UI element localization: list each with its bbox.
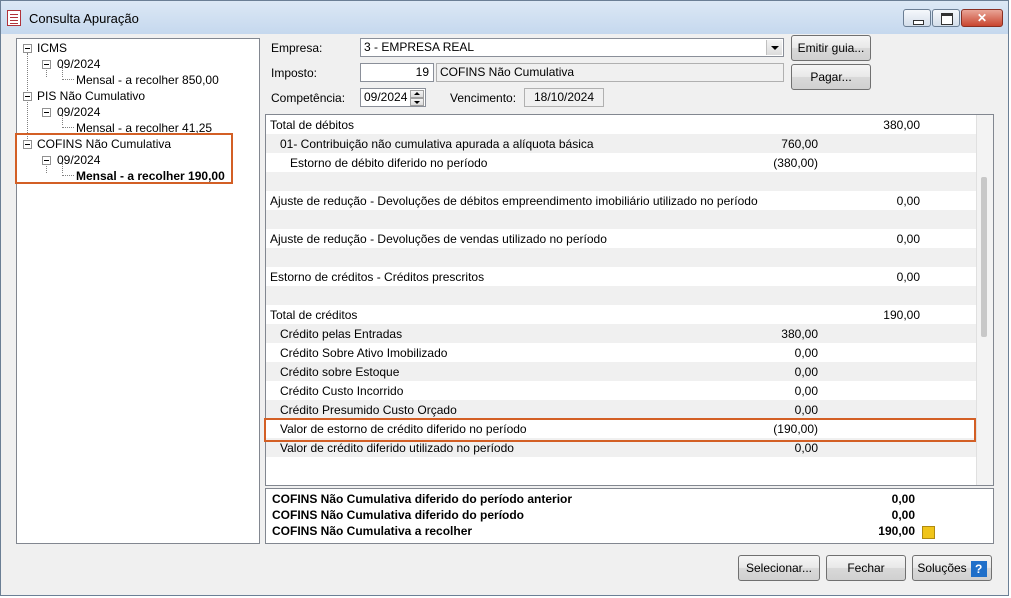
grid-row-description: Total de créditos [270, 308, 358, 322]
grid-row[interactable]: Ajuste de redução - Devoluções de débito… [266, 191, 978, 210]
maximize-button[interactable] [932, 9, 960, 27]
grid-row-value: 0,00 [794, 365, 818, 379]
vencimento-field: 18/10/2024 [524, 88, 604, 107]
grid-row[interactable]: Estorno de créditos - Créditos prescrito… [266, 267, 978, 286]
fechar-button[interactable]: Fechar [826, 555, 906, 581]
empresa-combo[interactable]: 3 - EMPRESA REAL [360, 38, 784, 57]
grid-row-description: Crédito pelas Entradas [280, 327, 403, 341]
grid-row-value: 0,00 [794, 403, 818, 417]
document-icon [7, 10, 21, 26]
tree-node-icms[interactable]: ICMS [37, 41, 67, 55]
grid-row-description: Estorno de créditos - Créditos prescrito… [270, 270, 485, 284]
date-spinner[interactable] [410, 90, 424, 106]
grid-row-value: 380,00 [781, 327, 818, 341]
grid-row-description: Crédito sobre Estoque [280, 365, 400, 379]
grid-row-value: 0,00 [794, 441, 818, 455]
collapse-icon[interactable] [23, 92, 32, 101]
window-title: Consulta Apuração [29, 11, 139, 26]
grid-row-description: Crédito Presumido Custo Orçado [280, 403, 457, 417]
grid-row[interactable] [266, 172, 978, 191]
competencia-value: 09/2024 [364, 90, 408, 104]
grid-row[interactable]: Total de débitos 380,00 [266, 115, 978, 134]
grid-row[interactable]: Crédito Sobre Ativo Imobilizado 0,00 [266, 343, 978, 362]
grid-row-total: 0,00 [896, 194, 920, 208]
tree-highlight-box [15, 133, 233, 184]
solucoes-label: Soluções [917, 561, 967, 575]
grid-row[interactable]: Crédito pelas Entradas 380,00 [266, 324, 978, 343]
pagar-button[interactable]: Pagar... [791, 64, 871, 90]
grid-row[interactable]: Crédito Custo Incorrido 0,00 [266, 381, 978, 400]
row-highlight-box [264, 418, 976, 442]
summary-label: COFINS Não Cumulativa a recolher [272, 524, 473, 538]
grid-row-value: 760,00 [781, 137, 818, 151]
grid-row-total: 0,00 [896, 270, 920, 284]
imposto-name-field: COFINS Não Cumulativa [436, 63, 784, 82]
apuracao-tree[interactable]: ICMS 09/2024 Mensal - a recolher 850,00 … [16, 38, 260, 544]
grid-row-total: 190,00 [883, 308, 920, 322]
grid-row-value: 0,00 [794, 346, 818, 360]
minimize-button[interactable] [903, 9, 931, 27]
tree-node-period[interactable]: 09/2024 [57, 105, 100, 119]
note-icon[interactable] [922, 526, 935, 539]
spinner-up-icon[interactable] [410, 90, 424, 98]
grid-row[interactable]: Estorno de débito diferido no período (38… [266, 153, 978, 172]
tree-node-mensal[interactable]: Mensal - a recolher 850,00 [76, 73, 219, 87]
summary-panel: COFINS Não Cumulativa diferido do períod… [265, 488, 994, 544]
title-bar[interactable]: Consulta Apuração [1, 1, 1008, 34]
grid-row[interactable] [266, 210, 978, 229]
grid-row-description: 01- Contribuição não cumulativa apurada … [280, 137, 594, 151]
close-button[interactable] [961, 9, 1003, 27]
grid-row-description: Estorno de débito diferido no período [290, 156, 488, 170]
grid-row-total: 0,00 [896, 232, 920, 246]
grid-row-description: Total de débitos [270, 118, 355, 132]
summary-value: 190,00 [878, 524, 915, 538]
imposto-code-field[interactable]: 19 [360, 63, 434, 82]
grid-row-description: Ajuste de redução - Devoluções de vendas… [270, 232, 607, 246]
summary-value: 0,00 [891, 508, 915, 522]
grid-row-description: Ajuste de redução - Devoluções de débito… [270, 194, 758, 208]
collapse-icon[interactable] [42, 60, 51, 69]
emitir-guia-button[interactable]: Emitir guia... [791, 35, 871, 61]
grid-row-value: (380,00) [773, 156, 818, 170]
grid-row-value: 0,00 [794, 384, 818, 398]
vertical-scrollbar[interactable] [976, 115, 993, 485]
grid-row[interactable]: 01- Contribuição não cumulativa apurada … [266, 134, 978, 153]
grid-row-total: 380,00 [883, 118, 920, 132]
tree-connector [62, 127, 74, 128]
summary-value: 0,00 [891, 492, 915, 506]
grid-row-description: Crédito Sobre Ativo Imobilizado [280, 346, 448, 360]
grid-row[interactable]: Crédito sobre Estoque 0,00 [266, 362, 978, 381]
tree-node-period[interactable]: 09/2024 [57, 57, 100, 71]
chevron-down-icon[interactable] [766, 40, 782, 55]
tree-node-pis[interactable]: PIS Não Cumulativo [37, 89, 145, 103]
help-icon: ? [970, 560, 987, 577]
summary-label: COFINS Não Cumulativa diferido do períod… [272, 508, 525, 522]
tree-connector [62, 79, 74, 80]
grid-row[interactable]: Total de créditos 190,00 [266, 305, 978, 324]
solucoes-button[interactable]: Soluções? [912, 555, 992, 581]
summary-label: COFINS Não Cumulativa diferido do períod… [272, 492, 573, 506]
competencia-label: Competência: [271, 91, 346, 105]
grid-row[interactable]: Ajuste de redução - Devoluções de vendas… [266, 229, 978, 248]
collapse-icon[interactable] [42, 108, 51, 117]
grid-row[interactable] [266, 248, 978, 267]
grid-row-description: Crédito Custo Incorrido [280, 384, 404, 398]
competencia-field[interactable]: 09/2024 [360, 88, 426, 107]
grid-row[interactable]: Crédito Presumido Custo Orçado 0,00 [266, 400, 978, 419]
scrollbar-thumb[interactable] [981, 177, 987, 337]
empresa-value: 3 - EMPRESA REAL [364, 40, 475, 54]
imposto-label: Imposto: [271, 66, 318, 80]
empresa-label: Empresa: [271, 41, 323, 55]
vencimento-label: Vencimento: [450, 91, 517, 105]
grid-row-description: Valor de crédito diferido utilizado no p… [280, 441, 514, 455]
selecionar-button[interactable]: Selecionar... [738, 555, 820, 581]
spinner-down-icon[interactable] [410, 98, 424, 106]
grid-row[interactable] [266, 286, 978, 305]
collapse-icon[interactable] [23, 44, 32, 53]
